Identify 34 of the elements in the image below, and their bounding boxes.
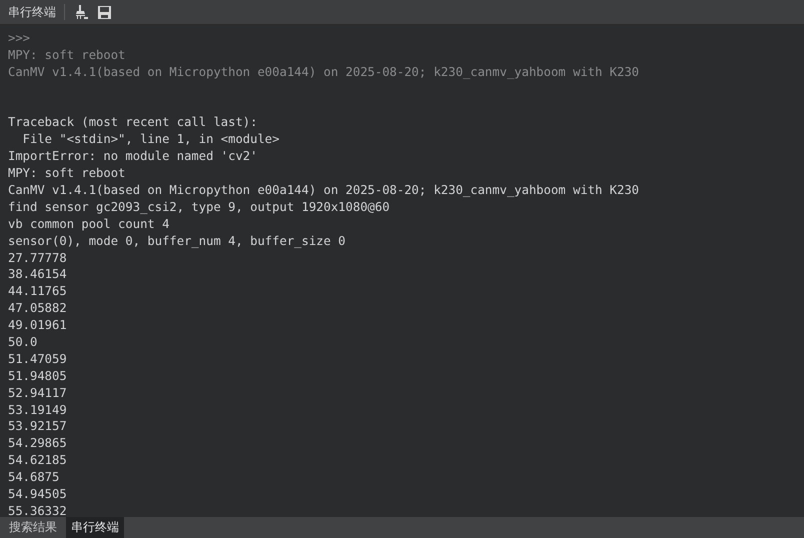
output-line: 27.77778: [8, 250, 68, 266]
save-icon: [97, 4, 112, 20]
output-line: 50.0: [8, 334, 38, 351]
output-line: sensor(0), mode 0, buffer_num 4, buffer_size 0: [8, 232, 347, 250]
output-line: 51.94805: [8, 368, 68, 385]
panel-title: 串行终端: [8, 4, 56, 20]
output-line: vb common pool count 4: [8, 216, 170, 233]
broom-icon: [73, 4, 89, 20]
output-line: 47.05882: [8, 300, 68, 318]
output-line: 54.94505: [8, 486, 68, 503]
output-line: CanMV v1.4.1(based on Micropython e00a144) on 2025-08-20; k230_canmv_yahboom with K230: [8, 182, 640, 199]
output-line: CanMV v1.4.1(based on Micropython e00a144) on 2025-08-20; k230_canmv_yahboom with K230: [8, 64, 640, 81]
output-line: MPY: soft reboot: [8, 46, 126, 64]
output-line: >>>: [8, 30, 32, 47]
output-line: 53.19149: [8, 402, 68, 418]
output-line: Traceback (most recent call last):: [8, 114, 258, 132]
output-line: 55.36332: [8, 502, 68, 517]
output-line: 38.46154: [8, 266, 68, 284]
output-line: 53.92157: [8, 418, 68, 436]
output-line: ImportError: no module named 'cv2': [8, 148, 258, 166]
clear-button[interactable]: [73, 4, 89, 20]
panel-tab[interactable]: 串行终端: [66, 517, 124, 538]
panel-tab[interactable]: 搜索结果: [4, 517, 62, 538]
output-line: MPY: soft reboot: [8, 165, 126, 182]
output-line: 49.01961: [8, 317, 68, 334]
output-line: 54.29865: [8, 435, 68, 452]
output-line: find sensor gc2093_csi2, type 9, output 1920x1080@60: [8, 198, 391, 216]
output-line: 44.11765: [8, 283, 68, 300]
output-line: File "<stdin>", line 1, in <module>: [22, 131, 280, 148]
output-line: 52.94117: [8, 384, 68, 402]
output-line: 51.47059: [8, 350, 68, 368]
output-line: 54.6875: [8, 469, 60, 486]
output-line: 54.62185: [8, 452, 68, 470]
save-button[interactable]: [97, 4, 112, 20]
